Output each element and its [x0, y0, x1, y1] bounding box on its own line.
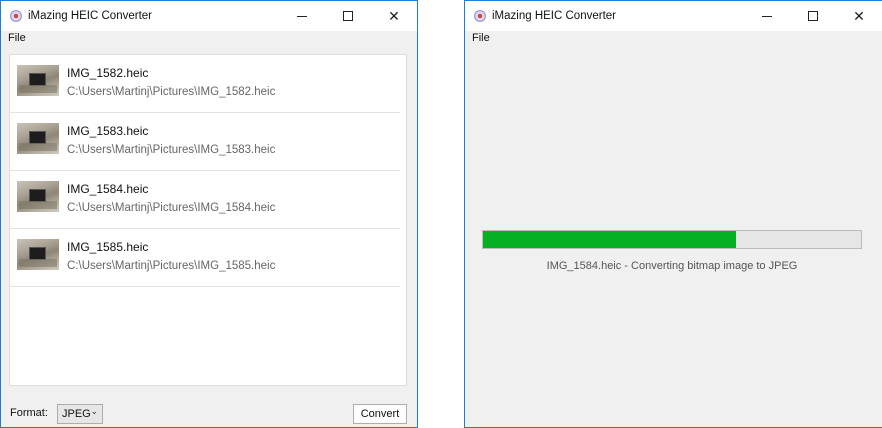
file-path: C:\Users\Martinj\Pictures\IMG_1584.heic [67, 202, 276, 214]
progress-fill [483, 231, 737, 248]
minimize-button[interactable] [744, 1, 790, 31]
window-title: iMazing HEIC Converter [28, 10, 152, 22]
close-icon: ✕ [388, 8, 400, 24]
title-bar[interactable]: iMazing HEIC Converter ✕ [465, 1, 882, 31]
window-title: iMazing HEIC Converter [492, 10, 616, 22]
file-name: IMG_1584.heic [67, 182, 149, 196]
title-bar[interactable]: iMazing HEIC Converter ✕ [1, 1, 417, 31]
status-text: IMG_1584.heic - Converting bitmap image … [546, 260, 798, 272]
imazing-app-icon [10, 10, 22, 22]
file-list[interactable]: IMG_1582.heic C:\Users\Martinj\Pictures\… [9, 54, 407, 386]
list-item[interactable]: IMG_1585.heic C:\Users\Martinj\Pictures\… [10, 229, 400, 287]
converter-window-file-list: iMazing HEIC Converter ✕ File IMG_1582.h… [0, 0, 418, 428]
file-path: C:\Users\Martinj\Pictures\IMG_1585.heic [67, 260, 276, 272]
close-icon: ✕ [853, 8, 865, 24]
menu-bar: File [1, 31, 417, 47]
file-name: IMG_1585.heic [67, 240, 149, 254]
conversion-progress-bar [482, 230, 862, 249]
format-select[interactable]: JPEG ⌄ [57, 404, 103, 424]
photo-thumbnail [17, 65, 59, 96]
minimize-icon [297, 15, 307, 17]
list-item[interactable]: IMG_1582.heic C:\Users\Martinj\Pictures\… [10, 55, 400, 113]
minimize-icon [762, 15, 772, 17]
menu-file[interactable]: File [8, 32, 26, 44]
menu-file[interactable]: File [472, 32, 490, 44]
menu-bar: File [465, 31, 882, 47]
file-path: C:\Users\Martinj\Pictures\IMG_1582.heic [67, 86, 276, 98]
file-name: IMG_1582.heic [67, 66, 149, 80]
format-value: JPEG [62, 408, 91, 420]
photo-thumbnail [17, 181, 59, 212]
list-item[interactable]: IMG_1583.heic C:\Users\Martinj\Pictures\… [10, 113, 400, 171]
list-item[interactable]: IMG_1584.heic C:\Users\Martinj\Pictures\… [10, 171, 400, 229]
chevron-down-icon: ⌄ [90, 406, 98, 416]
maximize-button[interactable] [325, 1, 371, 31]
converter-window-progress: iMazing HEIC Converter ✕ File IMG_1584.h… [464, 0, 882, 428]
format-label: Format: [10, 407, 48, 419]
close-button[interactable]: ✕ [836, 1, 882, 31]
photo-thumbnail [17, 239, 59, 270]
maximize-button[interactable] [790, 1, 836, 31]
maximize-icon [343, 11, 353, 21]
file-name: IMG_1583.heic [67, 124, 149, 138]
maximize-icon [808, 11, 818, 21]
file-path: C:\Users\Martinj\Pictures\IMG_1583.heic [67, 144, 276, 156]
minimize-button[interactable] [279, 1, 325, 31]
convert-button[interactable]: Convert [353, 404, 407, 424]
close-button[interactable]: ✕ [371, 1, 417, 31]
photo-thumbnail [17, 123, 59, 154]
imazing-app-icon [474, 10, 486, 22]
